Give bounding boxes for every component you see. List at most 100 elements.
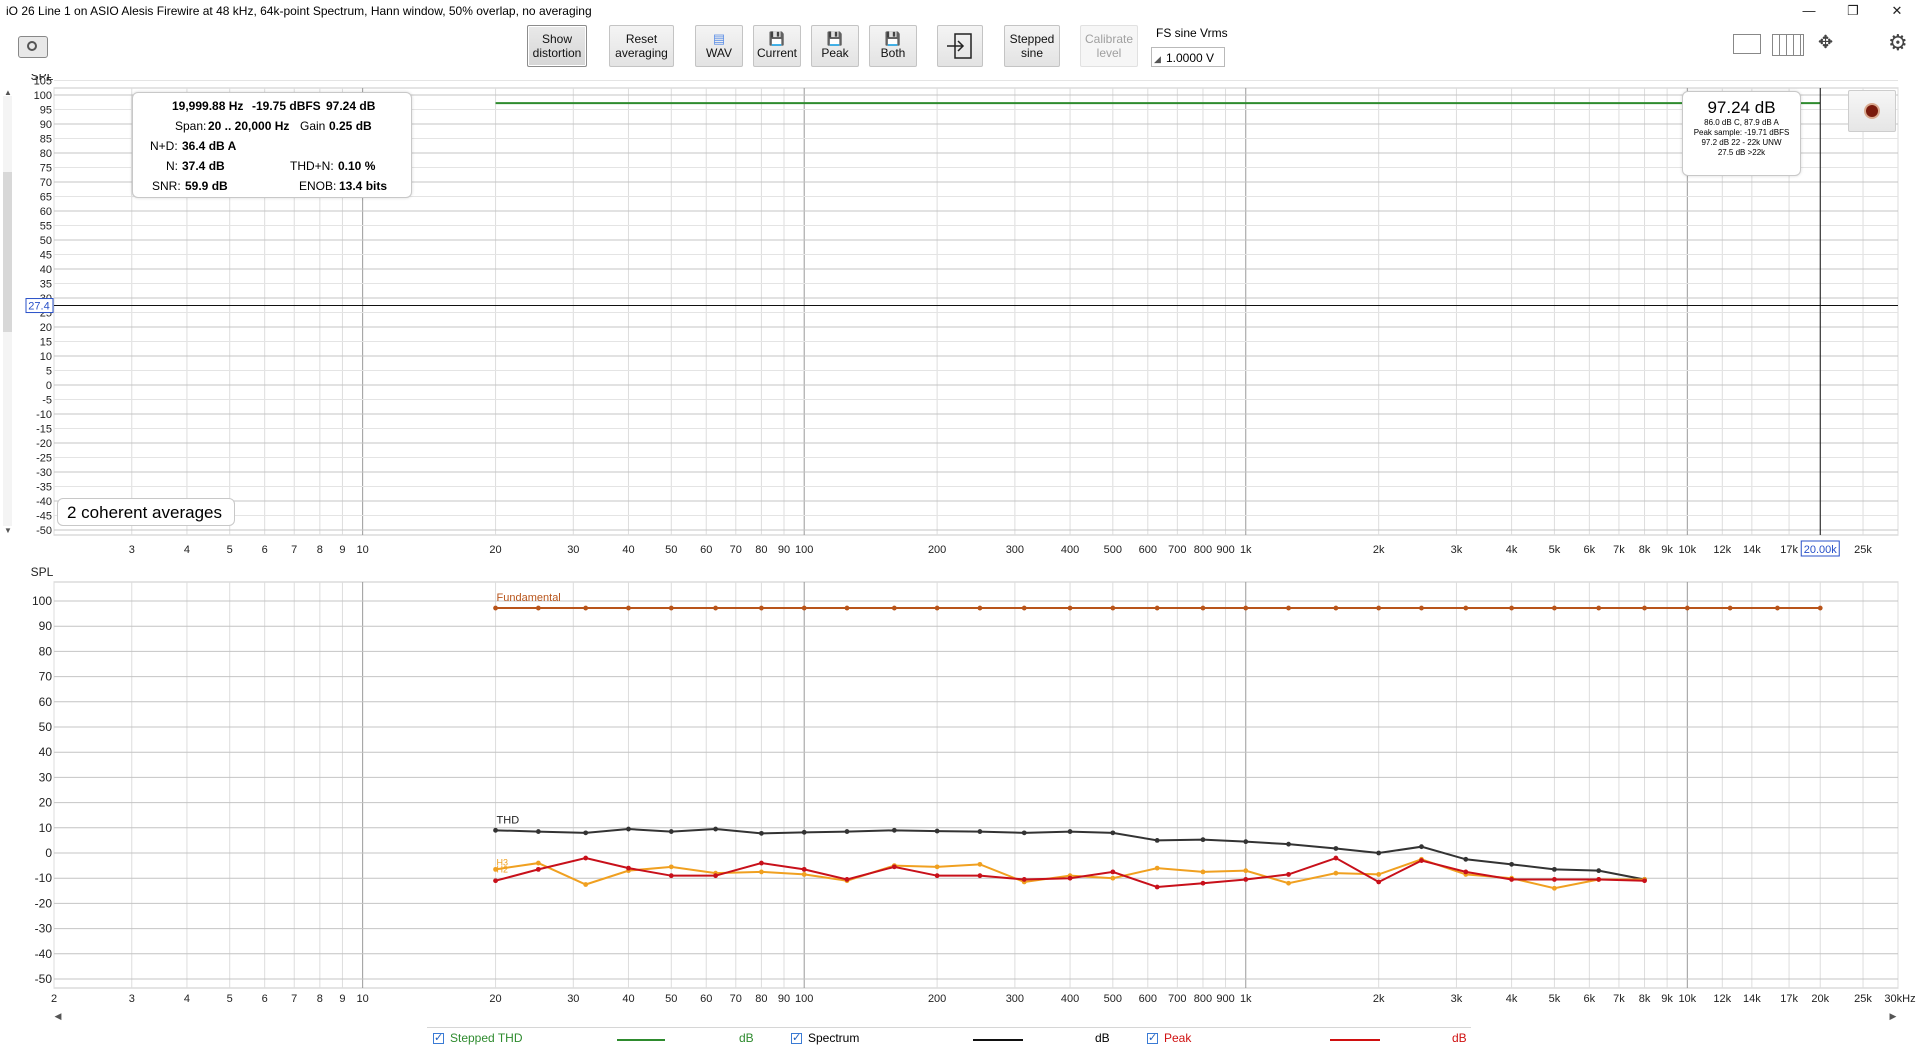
fs-sine-label: FS sine Vrms bbox=[1156, 26, 1228, 40]
split-graph-view-icon[interactable] bbox=[1772, 34, 1804, 56]
x-tick-label: 7k bbox=[1613, 544, 1625, 556]
y-tick-label: 15 bbox=[40, 337, 52, 349]
x-tick-label: 14k bbox=[1743, 544, 1761, 556]
checkbox-checked-icon[interactable] bbox=[1147, 1031, 1158, 1044]
reset-averaging-button[interactable]: Reset averaging bbox=[609, 25, 674, 67]
calibrate-level-button[interactable]: Calibrate level bbox=[1080, 25, 1138, 67]
info-nd-value: 36.4 dB A bbox=[182, 139, 237, 153]
title-bar: iO 26 Line 1 on ASIO Alesis Firewire at … bbox=[0, 0, 1920, 22]
x-tick-label: 5k bbox=[1549, 993, 1561, 1005]
x-tick-label: 25k bbox=[1854, 993, 1872, 1005]
show-distortion-button[interactable]: Show distortion bbox=[527, 25, 587, 67]
data-point bbox=[1817, 605, 1823, 611]
single-graph-view-icon[interactable] bbox=[1733, 34, 1761, 54]
data-point bbox=[1333, 605, 1339, 611]
data-point bbox=[1333, 855, 1339, 861]
data-point bbox=[1154, 884, 1160, 890]
record-button[interactable] bbox=[1848, 90, 1896, 132]
x-tick-label: 400 bbox=[1061, 993, 1079, 1005]
x-tick-label: 6k bbox=[1584, 993, 1596, 1005]
x-tick-label: 700 bbox=[1168, 544, 1186, 556]
info-span-value: 20 .. 20,000 Hz bbox=[208, 119, 290, 133]
legend-item-spectrum[interactable]: Spectrum bbox=[791, 1031, 859, 1045]
x-tick-label: 9k bbox=[1661, 544, 1673, 556]
y-tick-label: -10 bbox=[35, 871, 53, 885]
x-tick-label: 8 bbox=[317, 544, 323, 556]
data-point bbox=[1110, 605, 1116, 611]
export-button[interactable] bbox=[937, 25, 983, 67]
data-point bbox=[1286, 841, 1291, 847]
x-tick-label: 30 bbox=[567, 544, 579, 556]
data-point bbox=[668, 873, 674, 879]
legend-item-peak[interactable]: Peak bbox=[1147, 1031, 1191, 1045]
legend-unit-stepped-thd: dB bbox=[739, 1031, 754, 1045]
info-n-value: 37.4 dB bbox=[182, 159, 225, 173]
y-tick-label: -40 bbox=[36, 496, 52, 508]
data-point bbox=[1021, 830, 1027, 836]
data-point bbox=[1376, 605, 1382, 611]
data-point bbox=[1110, 830, 1116, 836]
y-tick-label: -45 bbox=[36, 511, 52, 523]
checkbox-checked-icon[interactable] bbox=[433, 1031, 444, 1044]
x-tick-label: 60 bbox=[700, 993, 712, 1005]
restore-icon[interactable]: ❐ bbox=[1831, 0, 1875, 22]
data-point bbox=[583, 830, 589, 836]
legend-item-stepped-thd[interactable]: Stepped THD bbox=[433, 1031, 523, 1045]
close-icon[interactable]: ✕ bbox=[1875, 0, 1919, 22]
save-current-button[interactable]: 💾 Current bbox=[753, 25, 801, 67]
save-both-button[interactable]: 💾 Both bbox=[869, 25, 917, 67]
data-point bbox=[977, 829, 983, 834]
data-point bbox=[1551, 605, 1557, 611]
data-point bbox=[1376, 850, 1382, 856]
cursor-y-readout: 27.4 bbox=[28, 301, 49, 313]
x-tick-label: 7k bbox=[1613, 993, 1625, 1005]
x-tick-label: 20k bbox=[1811, 993, 1829, 1005]
gear-icon[interactable]: ⚙ bbox=[1888, 30, 1908, 56]
stepped-sine-button[interactable]: Stepped sine bbox=[1004, 25, 1060, 67]
y-tick-label: 95 bbox=[40, 105, 52, 117]
data-point bbox=[1509, 877, 1515, 882]
y-tick-label: 20 bbox=[40, 322, 52, 334]
data-point bbox=[1551, 877, 1557, 882]
data-point bbox=[844, 829, 850, 834]
x-tick-label: 40 bbox=[622, 993, 634, 1005]
data-point bbox=[1200, 605, 1206, 611]
minimize-icon[interactable]: — bbox=[1787, 0, 1831, 22]
x-tick-label: 3k bbox=[1451, 993, 1463, 1005]
data-point bbox=[626, 826, 631, 832]
info-snr-label: SNR: bbox=[152, 179, 181, 193]
data-point bbox=[583, 605, 589, 611]
camera-icon[interactable] bbox=[18, 36, 48, 58]
data-point bbox=[801, 866, 807, 872]
move-arrows-icon[interactable]: ✥ bbox=[1818, 32, 1833, 53]
fs-sine-input[interactable]: ◢ 1.0000 V bbox=[1151, 47, 1225, 67]
x-tick-label: 8 bbox=[317, 993, 323, 1005]
x-tick-label: 10k bbox=[1678, 544, 1696, 556]
x-tick-label: 7 bbox=[291, 993, 297, 1005]
y-tick-label: 75 bbox=[40, 163, 52, 175]
data-point bbox=[1286, 872, 1291, 877]
lower-y-axis-label: SPL bbox=[31, 565, 54, 579]
x-tick-label: 1k bbox=[1240, 544, 1252, 556]
x-tick-label: 14k bbox=[1743, 993, 1761, 1005]
checkbox-checked-icon[interactable] bbox=[791, 1031, 802, 1044]
data-point bbox=[1463, 605, 1469, 611]
data-point bbox=[493, 827, 498, 833]
data-point bbox=[891, 827, 897, 833]
x-tick-label: 5k bbox=[1549, 544, 1561, 556]
data-point bbox=[1463, 856, 1469, 862]
y-tick-label: 65 bbox=[40, 192, 52, 204]
save-peak-button[interactable]: 💾 Peak bbox=[811, 25, 859, 67]
save-icon: 💾 bbox=[768, 31, 786, 46]
plot-area: 1051009590858075706560555045403530252015… bbox=[3, 74, 1916, 1021]
legend-line-peak bbox=[1330, 1039, 1380, 1041]
data-point bbox=[1642, 878, 1647, 884]
x-tick-label: 200 bbox=[928, 993, 946, 1005]
rms-line-2: Peak sample: -19.71 dBFS bbox=[1693, 128, 1790, 137]
data-point bbox=[891, 605, 897, 611]
legend-bar: Stepped THD dB Spectrum dB Peak dB bbox=[427, 1027, 1471, 1050]
wav-button[interactable]: ▤ WAV bbox=[695, 25, 743, 67]
data-point bbox=[934, 873, 940, 879]
data-point bbox=[1200, 869, 1206, 875]
x-tick-label: 80 bbox=[755, 544, 767, 556]
